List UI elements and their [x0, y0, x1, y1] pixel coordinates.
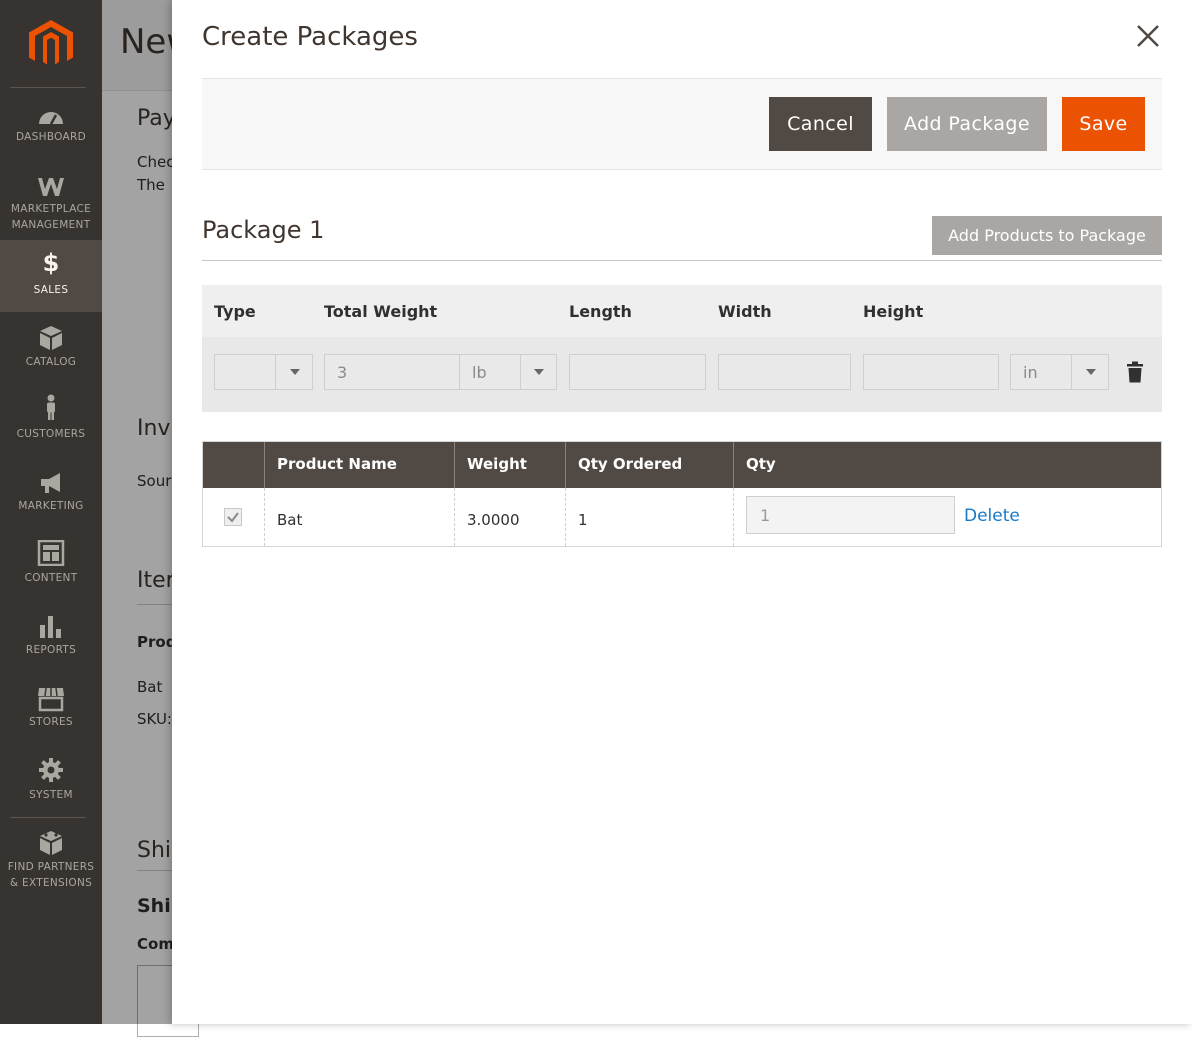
nav-system[interactable]: SYSTEM [0, 754, 102, 826]
chevron-down-icon [534, 369, 544, 375]
layout-icon [37, 540, 65, 566]
dashboard-icon [39, 112, 63, 125]
bar-chart-icon [40, 616, 61, 638]
nav-reports[interactable]: REPORTS [0, 610, 102, 682]
nav-label-line1: MARKETPLACE [10, 203, 92, 215]
delete-product-link[interactable]: Delete [964, 506, 1020, 526]
length-header: Length [569, 302, 632, 321]
nav-find-partners-extensions[interactable]: FIND PARTNERS & EXTENSIONS [0, 826, 102, 898]
blocks-icon [40, 831, 62, 855]
nav-label: REPORTS [25, 644, 77, 656]
nav-divider [10, 817, 86, 818]
package-title: Package 1 [202, 216, 325, 244]
product-row-checkbox[interactable] [224, 508, 242, 526]
nav-label: CUSTOMERS [16, 428, 86, 440]
height-header: Height [863, 302, 924, 321]
package-products-grid: Product Name Weight Qty Ordered Qty Bat … [202, 441, 1162, 547]
nav-dashboard[interactable]: DASHBOARD [0, 98, 102, 170]
weight-unit-value: lb [472, 363, 487, 382]
total-weight-input[interactable]: 3 [324, 354, 459, 390]
weight-header: Weight [467, 455, 527, 473]
modal-actions-bar: Cancel Add Package Save [202, 78, 1162, 170]
package-params: Type Total Weight Length Width Height 3 … [202, 285, 1162, 412]
marketplace-icon [38, 178, 64, 196]
product-weight-cell: 3.0000 [467, 511, 520, 529]
height-input[interactable] [863, 354, 999, 390]
nav-label: MARKETING [18, 500, 84, 512]
checkmark-icon [227, 512, 239, 523]
qty-header: Qty [746, 455, 776, 473]
chevron-down-icon [290, 369, 300, 375]
add-package-button[interactable]: Add Package [887, 97, 1047, 151]
create-packages-modal: Create Packages Cancel Add Package Save … [172, 0, 1192, 1024]
nav-label: CATALOG [25, 356, 77, 368]
nav-label: SYSTEM [29, 789, 73, 801]
product-qty-ordered-cell: 1 [578, 511, 588, 529]
type-header: Type [214, 302, 256, 321]
width-header: Width [718, 302, 772, 321]
gear-icon [39, 758, 63, 782]
magento-logo-icon[interactable] [29, 20, 73, 70]
qty-input[interactable]: 1 [746, 496, 955, 534]
qty-ordered-header: Qty Ordered [578, 455, 683, 473]
nav-content[interactable]: CONTENT [0, 538, 102, 610]
dollar-icon: $ [42, 249, 60, 277]
save-button[interactable]: Save [1062, 97, 1145, 151]
modal-title: Create Packages [202, 22, 418, 52]
length-input[interactable] [569, 354, 706, 390]
type-select[interactable] [214, 354, 313, 390]
person-icon [47, 394, 55, 420]
nav-label: DASHBOARD [15, 131, 86, 143]
nav-marketplace-management[interactable]: MARKETPLACE MANAGEMENT [0, 168, 102, 240]
grid-header: Product Name Weight Qty Ordered Qty [203, 442, 1161, 488]
nav-sales[interactable]: $ SALES [0, 240, 102, 312]
storefront-icon [38, 687, 64, 712]
nav-marketing[interactable]: MARKETING [0, 466, 102, 538]
chevron-down-icon [1086, 369, 1096, 375]
trash-icon[interactable] [1126, 361, 1144, 383]
nav-label: CONTENT [24, 572, 78, 584]
logo-divider [10, 87, 86, 88]
nav-label-line2: & EXTENSIONS [9, 877, 93, 889]
megaphone-icon [41, 473, 60, 493]
nav-label: STORES [29, 716, 73, 728]
dimension-unit-select[interactable]: in [1010, 354, 1109, 390]
box-icon [40, 326, 62, 350]
nav-stores[interactable]: STORES [0, 682, 102, 754]
nav-label-line1: FIND PARTNERS [7, 861, 95, 873]
total-weight-value: 3 [337, 363, 348, 382]
total-weight-header: Total Weight [324, 302, 438, 321]
close-icon[interactable] [1132, 20, 1164, 52]
nav-label: SALES [33, 284, 69, 296]
nav-label-line2: MANAGEMENT [11, 219, 91, 231]
nav-catalog[interactable]: CATALOG [0, 322, 102, 394]
weight-unit-select[interactable]: lb [459, 354, 557, 390]
admin-sidebar: DASHBOARD MARKETPLACE MANAGEMENT $ SALES… [0, 0, 102, 1024]
qty-value: 1 [760, 506, 771, 525]
cancel-button[interactable]: Cancel [769, 97, 872, 151]
dimension-unit-value: in [1023, 363, 1038, 382]
add-products-to-package-button[interactable]: Add Products to Package [932, 216, 1162, 255]
product-name-cell: Bat [277, 511, 303, 529]
package-divider [202, 260, 1162, 261]
nav-customers[interactable]: CUSTOMERS [0, 394, 102, 466]
product-name-header: Product Name [277, 455, 397, 473]
width-input[interactable] [718, 354, 851, 390]
